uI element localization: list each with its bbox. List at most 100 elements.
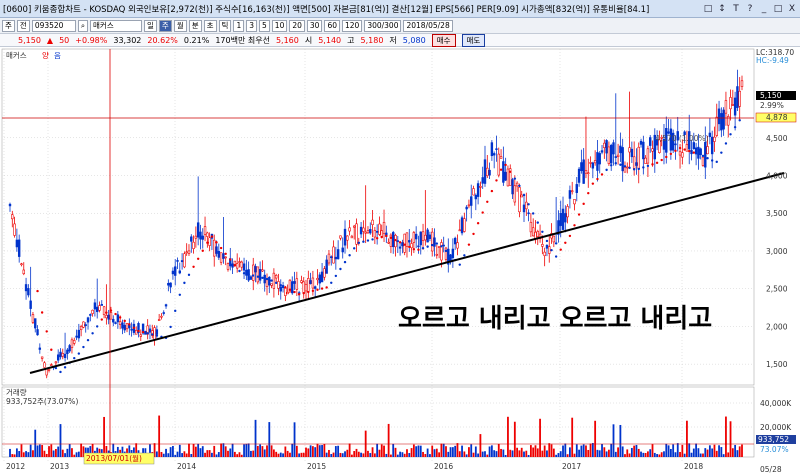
trend-dot (146, 332, 149, 335)
sell-button[interactable]: 매도 (461, 33, 486, 47)
trend-dot (63, 366, 67, 369)
trend-dot (733, 125, 737, 129)
chart-type-second[interactable]: 초 (203, 19, 217, 32)
candle-body (167, 282, 170, 286)
layout-icon[interactable]: □ (702, 3, 714, 15)
trend-dot (688, 149, 691, 153)
trend-dot (353, 247, 356, 250)
chart-type-minute[interactable]: 분 (188, 19, 202, 32)
volume-bar (679, 451, 681, 457)
volume-tick-label: 20,000K (760, 423, 792, 432)
candle-body (596, 152, 599, 171)
volume-bar (155, 451, 158, 457)
trend-dot (330, 281, 333, 284)
interval-10[interactable]: 10 (271, 19, 288, 32)
maximize-button[interactable]: □ (772, 3, 784, 15)
period-button[interactable]: 주 (2, 19, 15, 32)
chart-type-tick[interactable]: 틱 (218, 19, 232, 32)
trend-dot (183, 281, 186, 285)
candle-body (339, 235, 342, 239)
close-button[interactable]: X (786, 3, 798, 15)
volume-bar (715, 450, 718, 457)
candle-body (77, 329, 81, 339)
volume-bar (695, 443, 698, 457)
volume-bar (229, 448, 232, 457)
volume-bar (667, 445, 670, 457)
trend-dot (215, 241, 218, 244)
trend-dot (187, 273, 191, 277)
mode-button[interactable]: 전 (16, 19, 30, 32)
window-controls: □ ↕ T ? _ □ X (702, 3, 800, 15)
buy-button[interactable]: 매수 (431, 33, 456, 47)
volume-bar (617, 447, 619, 457)
volume-bar (247, 443, 250, 457)
candle-body (206, 232, 209, 237)
trend-dot (279, 283, 282, 287)
interval-60[interactable]: 60 (324, 19, 340, 32)
volume-bar (61, 449, 64, 457)
chart-type-month[interactable]: 월 (173, 19, 187, 32)
resize-icon[interactable]: ↕ (716, 3, 728, 15)
candle-body (692, 142, 696, 150)
volume-bar (321, 445, 323, 457)
volume-bar (527, 454, 530, 457)
volume-bar (708, 445, 711, 457)
volume-bar (741, 444, 743, 457)
candle-body (697, 146, 700, 159)
date-field[interactable]: 2018/05/28 (403, 19, 453, 32)
candle-body (694, 147, 698, 155)
candle-body (435, 253, 439, 256)
chart-type-day[interactable]: 일 (144, 19, 157, 32)
volume-bar (80, 443, 83, 457)
interval-120[interactable]: 120 (341, 19, 363, 32)
volume-bar (559, 451, 562, 457)
candle-body (15, 239, 19, 248)
candle-body (295, 278, 299, 290)
volume-bar (692, 448, 695, 457)
volume-bar (713, 444, 716, 457)
volume-bar (608, 449, 610, 457)
volume-bar (626, 449, 629, 457)
trend-dot (522, 193, 526, 197)
volume-bar (601, 444, 603, 457)
volume-bar (541, 450, 544, 457)
volume-bar (167, 453, 170, 457)
candle-body (8, 203, 12, 207)
trend-dot (440, 245, 443, 248)
interval-20[interactable]: 20 (289, 19, 305, 32)
volume-bar (38, 444, 41, 457)
volume-bar (637, 448, 640, 457)
candle-body (451, 248, 455, 259)
volume-bar (509, 449, 512, 457)
volume-bar (534, 445, 537, 457)
trend-dot (325, 286, 328, 289)
candle-body (456, 242, 459, 249)
search-icon[interactable]: ⌕ (77, 19, 89, 32)
candle-body (614, 156, 617, 158)
candle-body (139, 334, 142, 337)
stock-code-input[interactable]: 093520 (31, 19, 76, 32)
volume-bar (362, 453, 365, 457)
volume-bar (488, 446, 491, 457)
volume-bar (598, 450, 601, 457)
candle-body (256, 266, 260, 283)
count-field[interactable]: 300/300 (364, 19, 402, 32)
volume-bar (690, 452, 693, 457)
candle-body (238, 261, 241, 263)
minimize-button[interactable]: _ (758, 3, 770, 15)
interval-3[interactable]: 3 (246, 19, 258, 32)
stock-chart[interactable]: 매커스 양 음 LC:318.70 HC:-9.49 4,570 (1.00%)… (0, 47, 800, 474)
volume-bar (624, 454, 626, 457)
interval-5[interactable]: 5 (259, 19, 270, 32)
candle-body (437, 246, 441, 248)
text-icon[interactable]: T (730, 3, 742, 15)
candle-body (201, 235, 204, 240)
chart-type-week[interactable]: 주 (158, 19, 172, 32)
interval-1[interactable]: 1 (233, 19, 245, 32)
candle-body (192, 241, 195, 249)
help-icon[interactable]: ? (744, 3, 756, 15)
volume-bar (552, 448, 555, 457)
interval-30[interactable]: 30 (306, 19, 323, 32)
stock-name-field[interactable]: 매커스 (90, 19, 143, 32)
volume-bar (224, 446, 227, 457)
